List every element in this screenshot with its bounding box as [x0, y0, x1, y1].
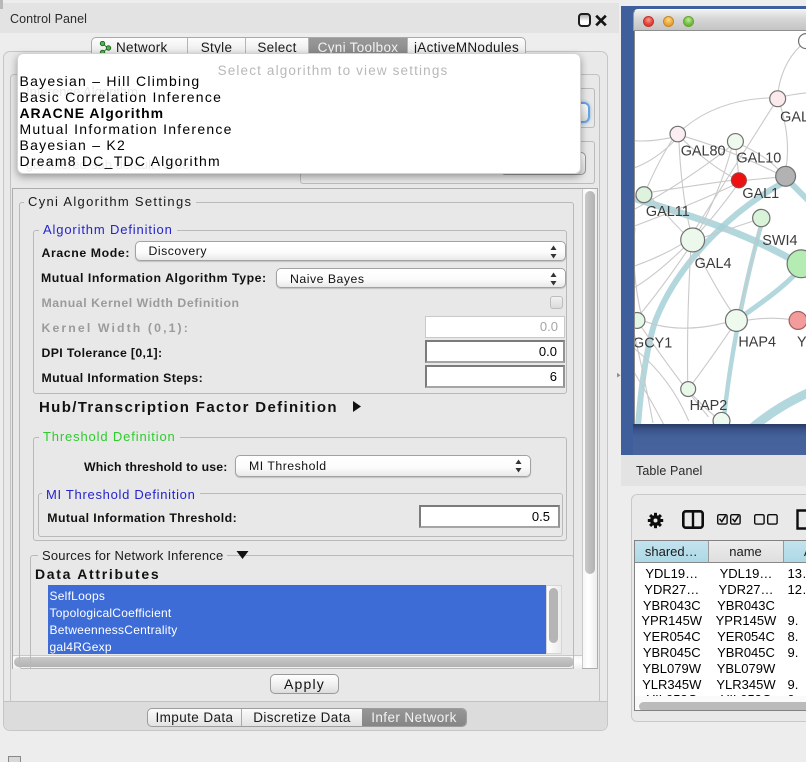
- svg-text:GAL1: GAL1: [742, 186, 779, 202]
- svg-text:GAL: GAL: [780, 110, 806, 126]
- svg-text:GCY1: GCY1: [634, 335, 672, 351]
- svg-text:GAL11: GAL11: [646, 204, 690, 220]
- svg-text:GAL10: GAL10: [736, 150, 781, 166]
- svg-text:HAP4: HAP4: [738, 334, 776, 350]
- svg-text:Y: Y: [797, 334, 806, 350]
- svg-text:HAP2: HAP2: [690, 398, 728, 414]
- svg-text:GAL4: GAL4: [695, 256, 732, 272]
- svg-text:SWI4: SWI4: [762, 233, 797, 249]
- svg-text:GAL80: GAL80: [681, 143, 726, 159]
